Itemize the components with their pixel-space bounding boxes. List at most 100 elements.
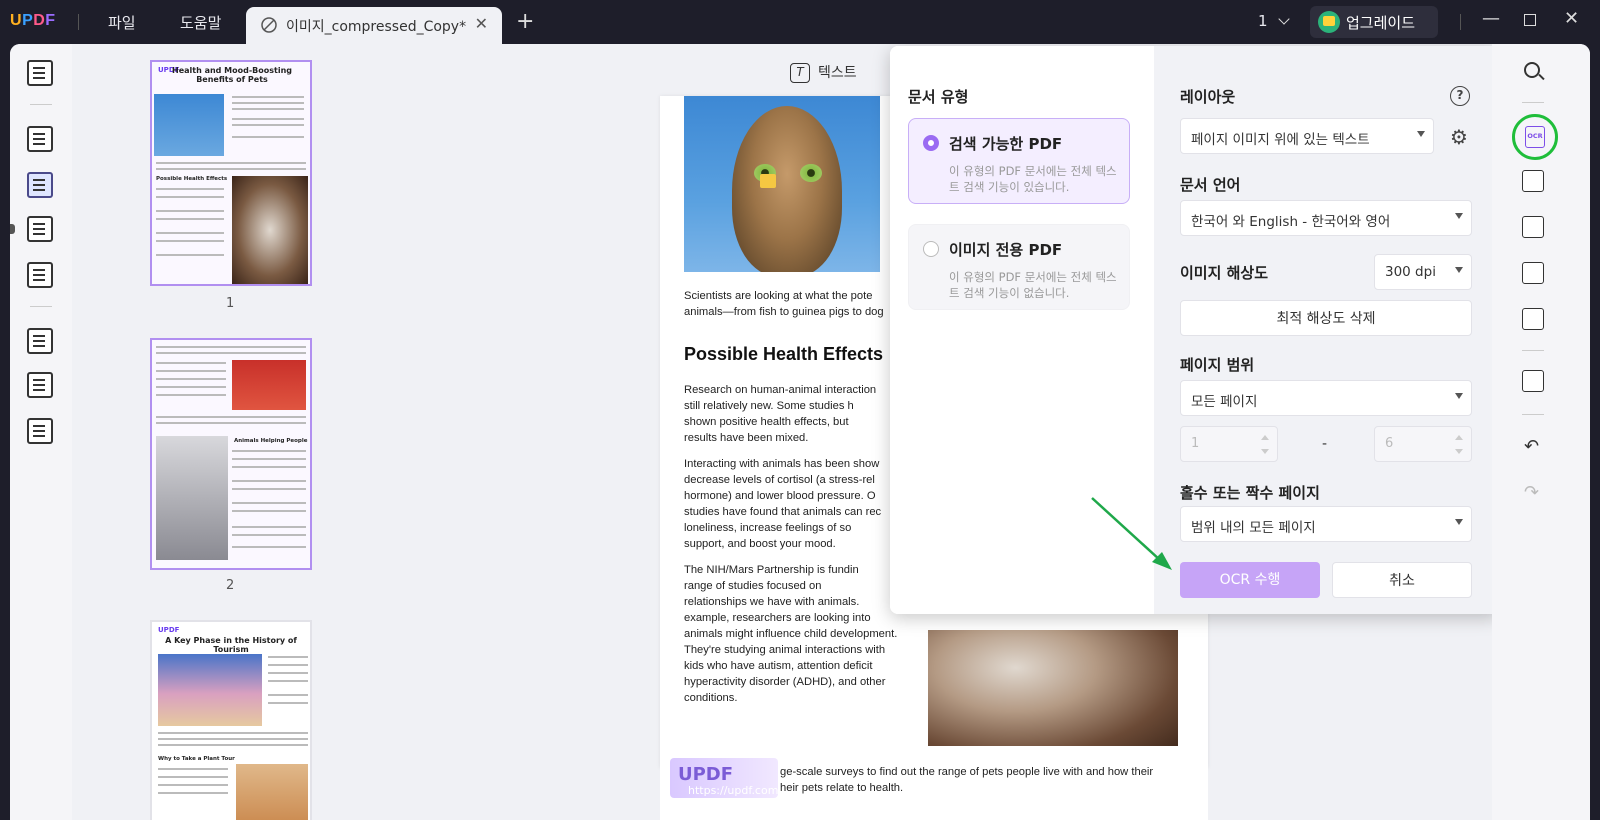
redo-icon[interactable]: ↷ [1524,482,1539,503]
ocr-tool-button[interactable]: OCR [1512,114,1558,160]
para3-line-3: relationships we have with animals. [684,596,860,608]
layers-icon[interactable] [27,418,53,444]
close-tab-icon[interactable]: ✕ [475,14,488,33]
run-ocr-button[interactable]: OCR 수행 [1180,562,1320,598]
new-tab-plus-icon[interactable]: + [516,9,534,34]
page-selector[interactable]: 1 [1258,12,1290,30]
thumbnail-page-2[interactable]: Animals Helping People [150,338,312,570]
image-pdf-title: 이미지 전용 PDF [949,241,1063,259]
comment-icon[interactable] [27,126,53,152]
thumbnail-toy-image [232,360,306,410]
layout-dropdown[interactable]: 페이지 이미지 위에 있는 텍스트 [1180,118,1434,154]
crop-icon[interactable] [27,372,53,398]
thumb-line [156,240,224,242]
cat-head-shape [732,106,842,272]
language-dropdown[interactable]: 한국어 와 English - 한국어와 영어 [1180,200,1472,236]
delete-resolution-button[interactable]: 최적 해상도 삭제 [1180,300,1472,336]
intro-line-1: Scientists are looking at what the pote [684,290,873,302]
thumb-line [232,510,306,512]
protect-icon[interactable] [1522,216,1544,238]
chevron-down-icon [1278,13,1290,25]
toolbar-divider [30,104,52,105]
thumb-line [232,526,306,528]
resolution-dropdown[interactable]: 300 dpi [1374,254,1472,290]
doc-type-title: 문서 유형 [908,88,969,106]
window-divider [1460,14,1461,30]
toolbar-divider-3 [1522,414,1544,415]
page-layout-icon[interactable] [27,216,53,242]
range-to-stepper[interactable]: 6 [1374,426,1472,462]
help-icon[interactable]: ? [1450,86,1470,106]
thumb-line [156,416,306,418]
thumb-line [156,162,306,164]
convert-icon[interactable] [1522,170,1544,192]
searchable-pdf-desc: 이 유형의 PDF 문서에는 전체 텍스트 검색 기능이 있습니다. [949,164,1117,194]
odd-even-dropdown[interactable]: 범위 내의 모든 페이지 [1180,506,1472,542]
thumb-line [158,776,228,778]
range-from-value: 1 [1191,436,1200,451]
thumb-line [268,664,308,666]
thumb-line [232,534,306,536]
para1-line-1: Research on human-animal interaction [684,384,877,396]
thumbnail-number-1: 1 [226,296,235,311]
thumb-line [232,466,306,468]
page-range-dropdown[interactable]: 모든 페이지 [1180,380,1472,416]
para2-line-5: loneliness, increase feelings of so [684,522,852,534]
undo-icon[interactable]: ↶ [1524,436,1539,457]
option-searchable-pdf[interactable]: 검색 가능한 PDF 이 유형의 PDF 문서에는 전체 텍스트 검색 기능이 … [908,118,1130,204]
radio-searchable[interactable] [923,135,939,151]
dropdown-chevron-icon [1417,131,1425,137]
document-tab[interactable]: 이미지_compressed_Copy* ✕ [246,7,502,44]
reader-mode-icon[interactable] [27,60,53,86]
resolution-title: 이미지 해상도 [1180,264,1269,282]
edit-pdf-icon[interactable] [27,172,53,198]
upgrade-button[interactable]: 업그레이드 [1310,6,1438,38]
sidebar-handle[interactable] [10,224,15,234]
stepper-down-icon[interactable] [1455,449,1463,454]
para2-line-6: support, and boost your mood. [684,538,836,550]
updf-watermark-logo: UPDF https://updf.com [670,758,778,798]
thumb-line [158,732,308,734]
email-icon[interactable] [1522,308,1544,330]
text-tool-button[interactable]: T 텍스트 [790,62,857,83]
radio-image-only[interactable] [923,241,939,257]
menu-file[interactable]: 파일 [108,12,136,33]
maximize-icon[interactable] [1524,10,1536,31]
stepper-down-icon[interactable] [1261,449,1269,454]
thumb-line [232,96,304,98]
stepper-up-icon[interactable] [1261,435,1269,440]
organize-pages-icon[interactable] [27,328,53,354]
minimize-icon[interactable]: — [1482,8,1500,29]
page-range-title: 페이지 범위 [1180,356,1255,374]
close-window-icon[interactable]: ✕ [1564,8,1579,29]
cancel-button[interactable]: 취소 [1332,562,1472,598]
para3-line-5: animals might influence child developmen… [684,628,898,640]
range-from-stepper[interactable]: 1 [1180,426,1278,462]
search-icon[interactable] [1524,62,1540,78]
para2-line-4: studies have found that animals can rec [684,506,882,518]
thumb-line [268,672,308,674]
thumbnail-logo: UPDF [158,626,180,634]
thumb-line [158,792,228,794]
thumbnail-cat-image [154,94,224,156]
sticky-note-icon[interactable] [760,174,776,188]
thumb-line [232,458,306,460]
para3-line-7: kids who have autism, attention deficit [684,660,873,672]
save-icon[interactable] [1522,370,1544,392]
thumbnail-page-1[interactable]: UPDF Health and Mood-Boosting Benefits o… [150,60,312,286]
cat-image [684,96,880,272]
menu-help[interactable]: 도움말 [180,12,221,33]
thumbnail-section-2: Animals Helping People [234,438,308,444]
para3-line-9: conditions. [684,692,738,704]
left-toolbar [10,44,72,820]
gear-icon[interactable]: ⚙ [1448,126,1470,148]
thumb-line [232,108,304,110]
stepper-up-icon[interactable] [1455,435,1463,440]
thumbnail-page-3[interactable]: UPDF A Key Phase in the History of Touri… [150,620,312,820]
thumb-line [268,680,308,682]
share-icon[interactable] [1522,262,1544,284]
option-image-pdf[interactable]: 이미지 전용 PDF 이 유형의 PDF 문서에는 전체 텍스트 검색 기능이 … [908,224,1130,310]
form-icon[interactable] [27,262,53,288]
page-range-value: 모든 페이지 [1191,394,1258,410]
ocr-settings-section: 레이아웃 ? 페이지 이미지 위에 있는 텍스트 ⚙ 문서 언어 한국어 와 E… [1154,46,1492,614]
